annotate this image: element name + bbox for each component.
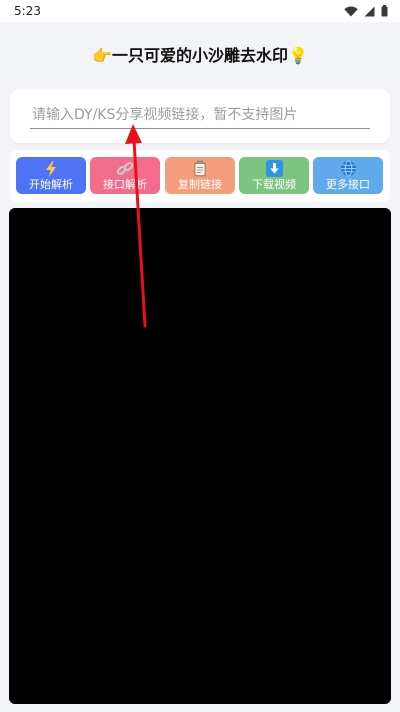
input-card — [10, 89, 390, 143]
start-parse-button[interactable]: 开始解析 — [16, 157, 86, 194]
download-icon — [265, 160, 283, 177]
copy-link-label: 复制链接 — [178, 178, 222, 191]
more-apis-button[interactable]: 更多接口 — [313, 157, 383, 194]
link-icon — [116, 160, 134, 177]
download-video-label: 下载视频 — [252, 178, 296, 191]
page-title: 👉一只可爱的小沙雕去水印💡 — [92, 46, 308, 65]
api-parse-button[interactable]: 接口解析 — [90, 157, 160, 194]
clipboard-icon — [193, 160, 207, 177]
download-video-button[interactable]: 下载视频 — [239, 157, 309, 194]
video-preview-area[interactable] — [9, 208, 391, 704]
copy-link-button[interactable]: 复制链接 — [165, 157, 235, 194]
start-parse-label: 开始解析 — [29, 178, 73, 191]
api-parse-label: 接口解析 — [103, 178, 147, 191]
app-screen: 5:23 👉一只可爱的小沙雕去水印💡 请输入DY/KS分享视频链接，暂不支持图片… — [0, 0, 400, 712]
status-time: 5:23 — [14, 4, 41, 18]
globe-icon — [340, 160, 357, 177]
wifi-icon — [344, 6, 358, 17]
more-apis-label: 更多接口 — [326, 178, 370, 191]
battery-icon — [381, 5, 388, 17]
status-icons — [344, 5, 388, 17]
status-bar: 5:23 — [0, 0, 400, 22]
lightning-icon — [45, 160, 57, 177]
signal-icon — [364, 6, 375, 17]
video-link-input[interactable] — [30, 101, 370, 129]
